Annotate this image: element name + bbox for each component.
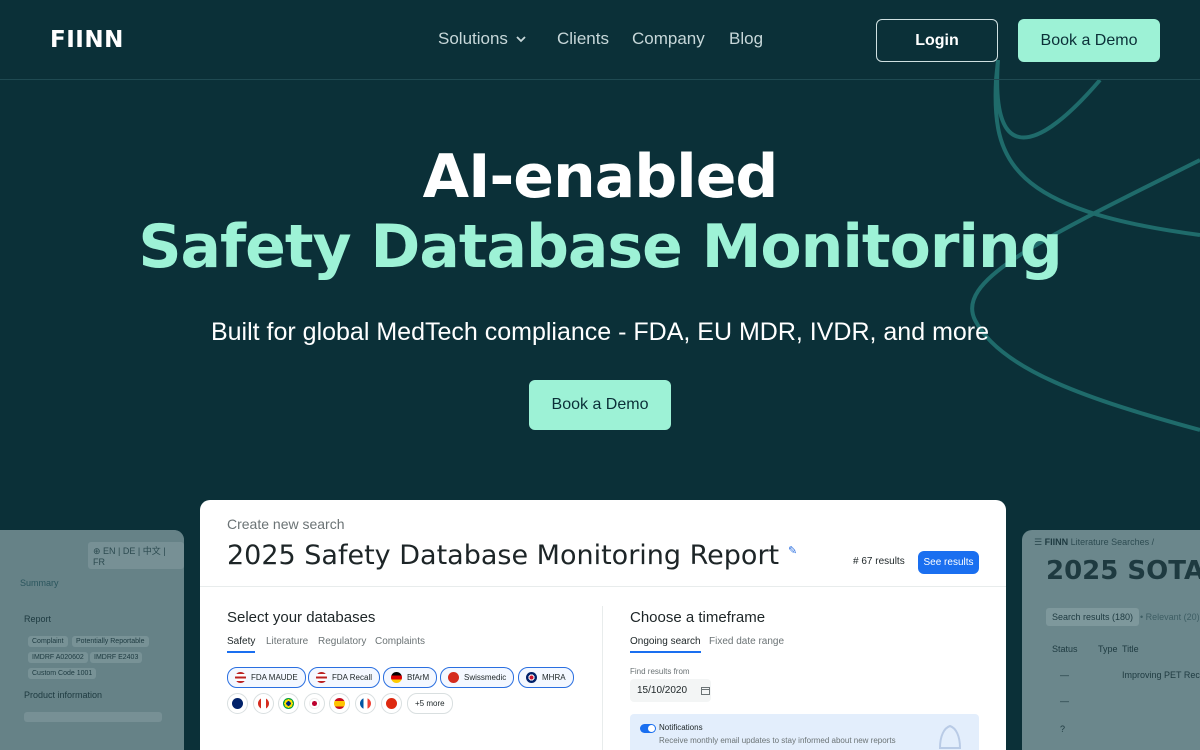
product-preview-card: Create new search 2025 Safety Database M… bbox=[200, 500, 1006, 750]
database-chip-mhra[interactable]: MHRA bbox=[518, 667, 574, 688]
tab-literature[interactable]: Literature bbox=[266, 636, 308, 647]
notifications-toggle[interactable] bbox=[640, 724, 656, 733]
tab-search-results: Search results (180) bbox=[1046, 608, 1140, 626]
tab-regulatory[interactable]: Regulatory bbox=[318, 636, 366, 647]
australia-flag-icon bbox=[232, 698, 243, 709]
tag: IMDRF E2403 bbox=[90, 652, 143, 663]
logo[interactable]: FIINN bbox=[50, 27, 124, 53]
nav-clients[interactable]: Clients bbox=[557, 29, 609, 49]
timeframe-heading: Choose a timeframe bbox=[630, 609, 766, 626]
book-demo-nav-button[interactable]: Book a Demo bbox=[1018, 19, 1160, 62]
chevron-down-icon bbox=[516, 36, 526, 43]
nav-blog[interactable]: Blog bbox=[729, 29, 763, 49]
nav-company[interactable]: Company bbox=[632, 29, 705, 49]
tag: Complaint bbox=[28, 636, 68, 647]
summary-label: Summary bbox=[20, 578, 59, 588]
switzerland-flag-icon bbox=[448, 672, 459, 683]
notifications-title: Notifications bbox=[659, 723, 703, 732]
tag: Potentially Reportable bbox=[72, 636, 149, 647]
tab-ongoing-search[interactable]: Ongoing search bbox=[630, 636, 701, 653]
see-results-button[interactable]: See results bbox=[918, 551, 979, 574]
tag: IMDRF A020602 bbox=[28, 652, 88, 663]
database-chip-fda-recall[interactable]: FDA Recall bbox=[308, 667, 381, 688]
database-chip-fda-maude[interactable]: FDA MAUDE bbox=[227, 667, 306, 688]
results-count: # 67 results bbox=[853, 556, 905, 567]
preview-title: 2025 SOTA R bbox=[1046, 556, 1200, 586]
report-title: 2025 Safety Database Monitoring Report bbox=[227, 540, 780, 571]
china-flag-icon bbox=[386, 698, 397, 709]
chip-label: FDA Recall bbox=[332, 673, 373, 682]
databases-heading: Select your databases bbox=[227, 609, 376, 626]
database-chip-swissmedic[interactable]: Swissmedic bbox=[440, 667, 515, 688]
chip-label: FDA MAUDE bbox=[251, 673, 298, 682]
divider bbox=[200, 586, 1006, 587]
flag-chip-australia[interactable] bbox=[227, 693, 248, 714]
uk-flag-icon bbox=[526, 672, 537, 683]
bell-icon bbox=[938, 724, 962, 749]
column-header: Status bbox=[1052, 644, 1078, 654]
column-header: Type bbox=[1098, 644, 1118, 654]
book-demo-hero-button[interactable]: Book a Demo bbox=[529, 380, 671, 430]
flag-chip-brazil[interactable] bbox=[278, 693, 299, 714]
right-preview-card: ☰ FIINN Literature Searches / 2025 SOTA … bbox=[1022, 530, 1200, 750]
germany-flag-icon bbox=[391, 672, 402, 683]
breadcrumb: ☰ FIINN Literature Searches / bbox=[1034, 537, 1154, 548]
canada-flag-icon bbox=[258, 698, 269, 709]
chip-label: BfArM bbox=[407, 673, 430, 682]
row-title: Improving PET Reco bbox=[1122, 670, 1200, 680]
tab-complaints[interactable]: Complaints bbox=[375, 636, 425, 647]
hero-heading-line1: AI-enabled bbox=[422, 142, 779, 212]
left-preview-card: ⊕ EN | DE | 中文 | FR Summary Report Compl… bbox=[0, 530, 184, 750]
find-from-label: Find results from bbox=[630, 667, 690, 676]
japan-flag-icon bbox=[309, 698, 320, 709]
spain-flag-icon bbox=[334, 698, 345, 709]
tab-fixed-date-range[interactable]: Fixed date range bbox=[709, 636, 784, 647]
nav-solutions[interactable]: Solutions bbox=[438, 29, 528, 49]
breadcrumb-path: Literature Searches / bbox=[1070, 537, 1155, 547]
nav-solutions-label: Solutions bbox=[438, 29, 508, 48]
breadcrumb-brand: FIINN bbox=[1044, 537, 1069, 547]
row-status: ? bbox=[1060, 724, 1066, 734]
hero-heading-line2: Safety Database Monitoring bbox=[138, 212, 1062, 282]
create-search-label: Create new search bbox=[227, 516, 345, 532]
tab-relevant: • Relevant (20) bbox=[1140, 612, 1200, 622]
notifications-panel: Notifications Receive monthly email upda… bbox=[630, 714, 979, 750]
row-status: — bbox=[1060, 670, 1069, 680]
flag-chip-france[interactable] bbox=[355, 693, 376, 714]
database-chip-bfarm[interactable]: BfArM bbox=[383, 667, 438, 688]
tab-safety[interactable]: Safety bbox=[227, 636, 256, 653]
login-button[interactable]: Login bbox=[876, 19, 998, 62]
us-flag-icon bbox=[316, 672, 327, 683]
us-flag-icon bbox=[235, 672, 246, 683]
notifications-description: Receive monthly email updates to stay in… bbox=[659, 736, 896, 745]
chip-label: MHRA bbox=[542, 673, 566, 682]
edit-icon[interactable]: ✎ bbox=[788, 544, 797, 557]
flag-chip-spain[interactable] bbox=[329, 693, 350, 714]
hero-subtitle: Built for global MedTech compliance - FD… bbox=[210, 318, 990, 346]
brazil-flag-icon bbox=[283, 698, 294, 709]
flag-chip-china[interactable] bbox=[381, 693, 402, 714]
start-date-field[interactable]: 15/10/2020 bbox=[630, 679, 711, 702]
tag: Custom Code 1001 bbox=[28, 668, 97, 679]
start-date-value: 15/10/2020 bbox=[637, 685, 688, 696]
flag-chip-canada[interactable] bbox=[253, 693, 274, 714]
hamburger-icon: ☰ bbox=[1034, 537, 1043, 547]
report-label: Report bbox=[24, 614, 52, 624]
calendar-icon bbox=[701, 687, 711, 695]
placeholder-bar bbox=[24, 712, 162, 722]
chip-label: Swissmedic bbox=[464, 673, 507, 682]
top-navigation: FIINN Solutions Clients Company Blog Log… bbox=[0, 0, 1200, 80]
product-info-label: Product information bbox=[24, 690, 103, 700]
more-databases-button[interactable]: +5 more bbox=[407, 693, 453, 714]
divider bbox=[602, 606, 603, 750]
tab-relevant-label: Relevant (20) bbox=[1145, 612, 1200, 622]
row-status: — bbox=[1060, 696, 1069, 706]
language-switcher: ⊕ EN | DE | 中文 | FR bbox=[88, 542, 184, 569]
column-header: Title bbox=[1122, 644, 1139, 654]
flag-chip-japan[interactable] bbox=[304, 693, 325, 714]
france-flag-icon bbox=[360, 698, 371, 709]
